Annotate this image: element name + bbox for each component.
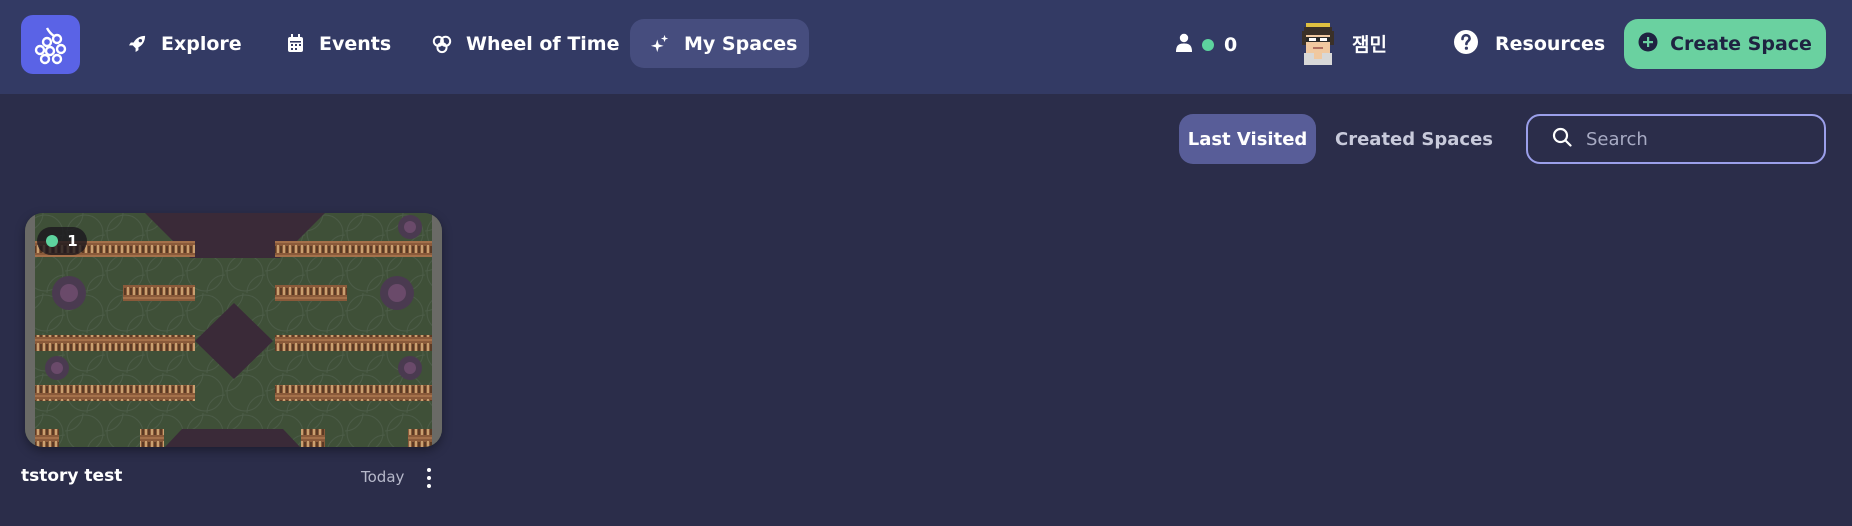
- tab-created-spaces-label: Created Spaces: [1335, 128, 1493, 150]
- user-name: 잼민: [1352, 33, 1387, 56]
- online-users-indicator[interactable]: 0: [1176, 30, 1237, 60]
- nav-explore-label: Explore: [161, 32, 242, 55]
- search-input[interactable]: [1586, 128, 1806, 150]
- user-profile-button[interactable]: 잼민: [1298, 20, 1387, 66]
- create-space-label: Create Space: [1670, 33, 1812, 55]
- online-status-dot: [1202, 39, 1214, 51]
- space-name[interactable]: tstory test: [21, 466, 122, 486]
- avatar: [1302, 23, 1334, 65]
- nav-events-label: Events: [319, 32, 392, 55]
- grapes-logo-icon[interactable]: [21, 15, 80, 74]
- tab-last-visited-label: Last Visited: [1187, 128, 1308, 150]
- plus-circle-icon: [1638, 32, 1658, 57]
- nav-events[interactable]: Events: [265, 19, 411, 68]
- space-last-visited-date: Today: [361, 468, 405, 486]
- top-navigation-bar: Explore Events Wheel of Time My Spaces 0: [0, 0, 1852, 94]
- resources-label: Resources: [1495, 33, 1606, 55]
- create-space-button[interactable]: Create Space: [1624, 19, 1826, 69]
- online-count: 0: [1224, 34, 1238, 56]
- resources-button[interactable]: Resources: [1453, 26, 1605, 62]
- sparkles-icon: [650, 34, 670, 54]
- nav-explore[interactable]: Explore: [107, 19, 262, 68]
- tab-created-spaces[interactable]: Created Spaces: [1326, 114, 1502, 164]
- space-online-count: 1: [67, 232, 78, 250]
- search-box[interactable]: [1526, 114, 1826, 164]
- more-options-icon[interactable]: [420, 466, 438, 490]
- nav-my-spaces[interactable]: My Spaces: [630, 19, 809, 68]
- online-count-badge: 1: [37, 227, 87, 255]
- help-circle-icon: [1453, 29, 1479, 60]
- space-map-thumbnail: [25, 213, 442, 447]
- nav-wheel-of-time[interactable]: Wheel of Time: [412, 19, 639, 68]
- wheel-of-time-icon: [432, 34, 452, 54]
- nav-my-spaces-label: My Spaces: [684, 32, 798, 55]
- calendar-icon: [285, 34, 305, 54]
- rocket-icon: [127, 34, 147, 54]
- online-status-dot: [46, 235, 59, 247]
- tab-last-visited[interactable]: Last Visited: [1179, 114, 1316, 164]
- search-icon: [1552, 127, 1572, 151]
- space-card[interactable]: 1: [25, 213, 442, 447]
- person-icon: [1176, 33, 1192, 57]
- nav-wheel-of-time-label: Wheel of Time: [466, 32, 620, 55]
